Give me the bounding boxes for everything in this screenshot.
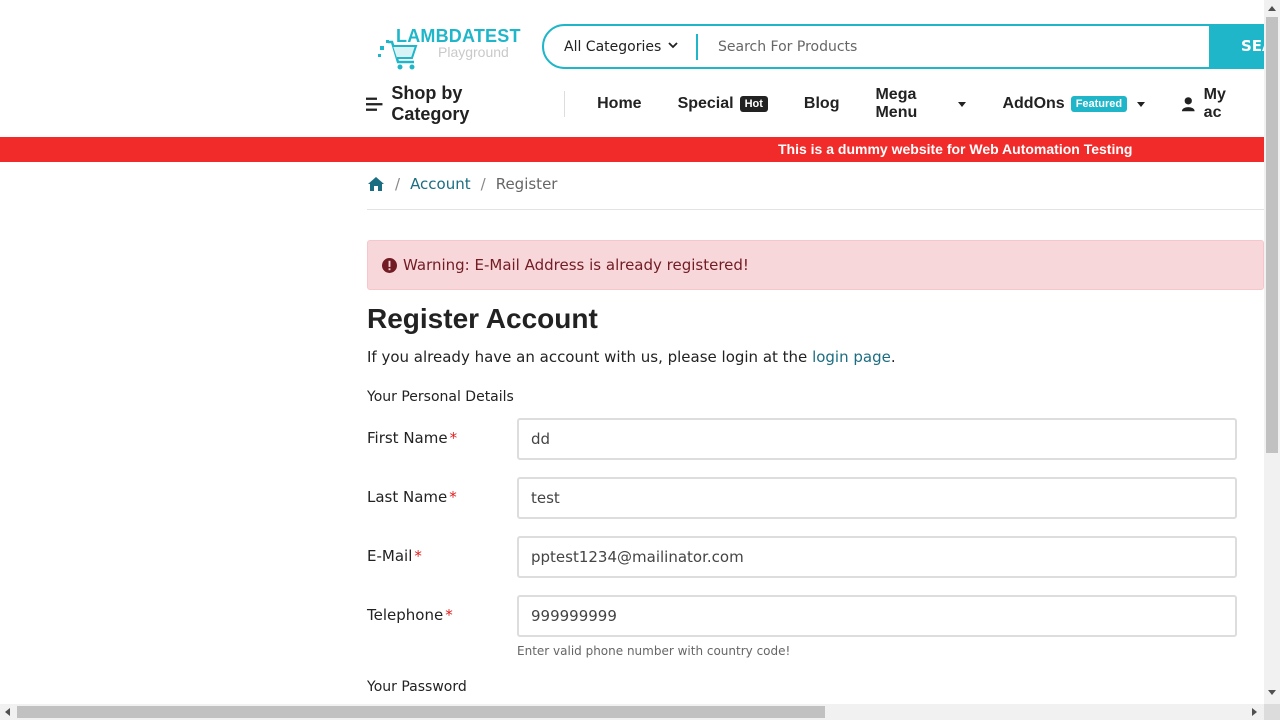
nav-item-home[interactable]: Home <box>597 95 641 113</box>
nav-item-mega-menu[interactable]: Mega Menu <box>875 86 967 122</box>
breadcrumb-account-link[interactable]: Account <box>410 175 471 193</box>
main-nav: Shop by Category Home Special Hot Blog M… <box>366 83 1280 125</box>
nav-item-my-account[interactable]: My ac <box>1181 86 1244 122</box>
telephone-row: Telephone * <box>367 595 1237 637</box>
scroll-up-icon[interactable] <box>1268 6 1276 11</box>
nav-divider <box>564 91 566 117</box>
last-name-row: Last Name * <box>367 477 1237 519</box>
personal-details-legend: Your Personal Details <box>367 389 514 405</box>
intro-text: If you already have an account with us, … <box>367 348 896 366</box>
horizontal-scroll-thumb[interactable] <box>17 706 825 718</box>
required-mark: * <box>414 547 422 565</box>
scroll-down-icon[interactable] <box>1268 690 1276 695</box>
nav-item-addons[interactable]: AddOns Featured <box>1002 95 1146 113</box>
scrollbar-corner <box>1264 704 1280 720</box>
scroll-left-icon[interactable] <box>5 708 10 716</box>
first-name-field[interactable] <box>517 418 1237 460</box>
hot-badge: Hot <box>739 96 768 112</box>
home-icon[interactable] <box>367 176 385 192</box>
nav-item-label: Blog <box>803 95 840 112</box>
nav-item-label: Special <box>677 95 734 112</box>
page-title: Register Account <box>367 303 598 334</box>
nav-item-label: AddOns <box>1002 95 1065 112</box>
password-legend: Your Password <box>367 679 467 695</box>
user-icon <box>1182 97 1195 112</box>
required-mark: * <box>449 429 458 447</box>
breadcrumb-current: Register <box>495 175 558 193</box>
alert-text: Warning: E-Mail Address is already regis… <box>403 256 749 274</box>
search-bar: All Categories <box>542 24 1280 69</box>
telephone-field[interactable] <box>517 595 1237 637</box>
breadcrumb-separator: / <box>395 175 401 193</box>
menu-icon <box>366 97 383 111</box>
breadcrumb-divider <box>367 209 1264 210</box>
featured-badge: Featured <box>1070 96 1128 112</box>
email-row: E-Mail * <box>367 536 1237 578</box>
chevron-down-icon <box>668 42 678 49</box>
category-select-value: All Categories <box>564 38 662 55</box>
warning-alert: Warning: E-Mail Address is already regis… <box>367 240 1264 290</box>
email-label: E-Mail * <box>367 547 422 565</box>
nav-item-label: Home <box>597 95 642 112</box>
required-mark: * <box>449 488 457 506</box>
required-mark: * <box>445 606 453 624</box>
nav-item-label: My ac <box>1203 86 1226 121</box>
vertical-scroll-thumb[interactable] <box>1266 17 1278 453</box>
promo-banner: This is a dummy website for Web Automati… <box>0 137 1264 162</box>
logo-subtitle: Playground <box>438 44 509 60</box>
telephone-label: Telephone * <box>367 606 453 624</box>
shop-by-category-label: Shop by Category <box>391 83 470 124</box>
horizontal-scrollbar[interactable] <box>0 704 1264 720</box>
breadcrumb-separator: / <box>480 175 486 193</box>
nav-item-blog[interactable]: Blog <box>804 95 840 113</box>
login-page-link[interactable]: login page <box>812 348 891 366</box>
scroll-right-icon[interactable] <box>1252 708 1257 716</box>
search-input[interactable] <box>698 26 1208 67</box>
vertical-scrollbar[interactable] <box>1264 0 1280 704</box>
intro-suffix: . <box>890 348 896 366</box>
telephone-help-text: Enter valid phone number with country co… <box>517 644 791 658</box>
first-name-label: First Name * <box>367 429 458 447</box>
nav-item-label: Mega Menu <box>875 86 918 121</box>
email-field[interactable] <box>517 536 1237 578</box>
site-logo[interactable]: LAMBDATEST Playground <box>378 26 528 72</box>
caret-down-icon <box>1137 101 1146 107</box>
last-name-label: Last Name * <box>367 488 457 506</box>
breadcrumb: / Account / Register <box>367 175 557 193</box>
category-select[interactable]: All Categories <box>544 26 696 67</box>
exclamation-circle-icon <box>382 257 397 273</box>
last-name-field[interactable] <box>517 477 1237 519</box>
caret-down-icon <box>958 101 967 107</box>
first-name-row: First Name * <box>367 418 1237 460</box>
intro-prefix: If you already have an account with us, … <box>367 348 813 366</box>
nav-item-special[interactable]: Special Hot <box>678 95 768 113</box>
shop-by-category-button[interactable]: Shop by Category <box>366 83 532 125</box>
